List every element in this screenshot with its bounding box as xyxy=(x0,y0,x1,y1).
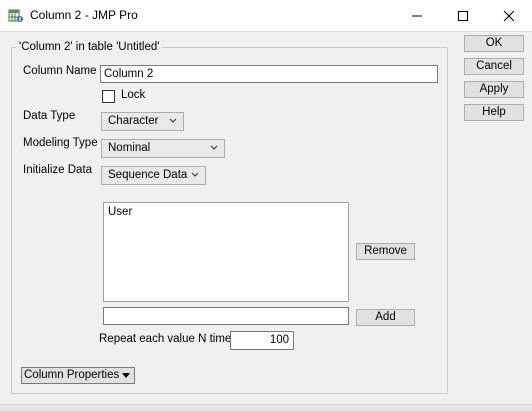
close-button[interactable] xyxy=(486,0,532,32)
initialize-data-label: Initialize Data xyxy=(23,164,93,176)
caret-down-icon xyxy=(122,373,130,378)
chevron-down-icon xyxy=(191,172,199,177)
column-properties-button[interactable]: Column Properties xyxy=(21,367,135,384)
lock-label: Lock xyxy=(121,89,146,101)
chevron-down-icon xyxy=(210,145,218,150)
title-bar: Column 2 - JMP Pro xyxy=(0,0,532,32)
minimize-icon xyxy=(412,15,422,17)
help-button[interactable]: Help xyxy=(464,104,524,121)
lock-checkbox[interactable] xyxy=(102,90,115,103)
column-name-field[interactable]: Column 2 xyxy=(100,65,438,83)
initialize-data-dropdown[interactable]: Sequence Data xyxy=(101,166,206,185)
jmp-column-info-icon xyxy=(8,9,23,22)
minimize-button[interactable] xyxy=(394,0,440,32)
modeling-type-value: Nominal xyxy=(108,142,151,154)
remove-button[interactable]: Remove xyxy=(356,243,415,260)
ok-button[interactable]: OK xyxy=(464,35,524,52)
data-type-dropdown[interactable]: Character xyxy=(101,112,184,131)
repeat-field[interactable]: 100 xyxy=(230,331,294,350)
window-bottom-edge xyxy=(0,404,532,411)
column-properties-label: Column Properties xyxy=(24,369,120,381)
apply-button[interactable]: Apply xyxy=(464,81,524,98)
modeling-type-dropdown[interactable]: Nominal xyxy=(101,139,225,158)
add-value-field[interactable] xyxy=(103,307,349,325)
repeat-label: Repeat each value N times xyxy=(99,333,238,345)
data-type-value: Character xyxy=(108,115,159,127)
initialize-data-value: Sequence Data xyxy=(108,169,188,181)
column-name-label: Column Name xyxy=(23,65,97,77)
group-legend: 'Column 2' in table 'Untitled' xyxy=(16,41,163,53)
window-title: Column 2 - JMP Pro xyxy=(30,8,138,22)
chevron-down-icon xyxy=(169,118,177,123)
values-listbox[interactable]: User xyxy=(103,202,349,302)
data-type-label: Data Type xyxy=(23,110,76,122)
add-button[interactable]: Add xyxy=(356,309,415,326)
maximize-button[interactable] xyxy=(440,0,486,32)
cancel-button[interactable]: Cancel xyxy=(464,58,524,75)
close-icon xyxy=(503,10,515,22)
modeling-type-label: Modeling Type xyxy=(23,137,98,149)
list-item[interactable]: User xyxy=(108,206,132,218)
maximize-icon xyxy=(458,11,468,21)
